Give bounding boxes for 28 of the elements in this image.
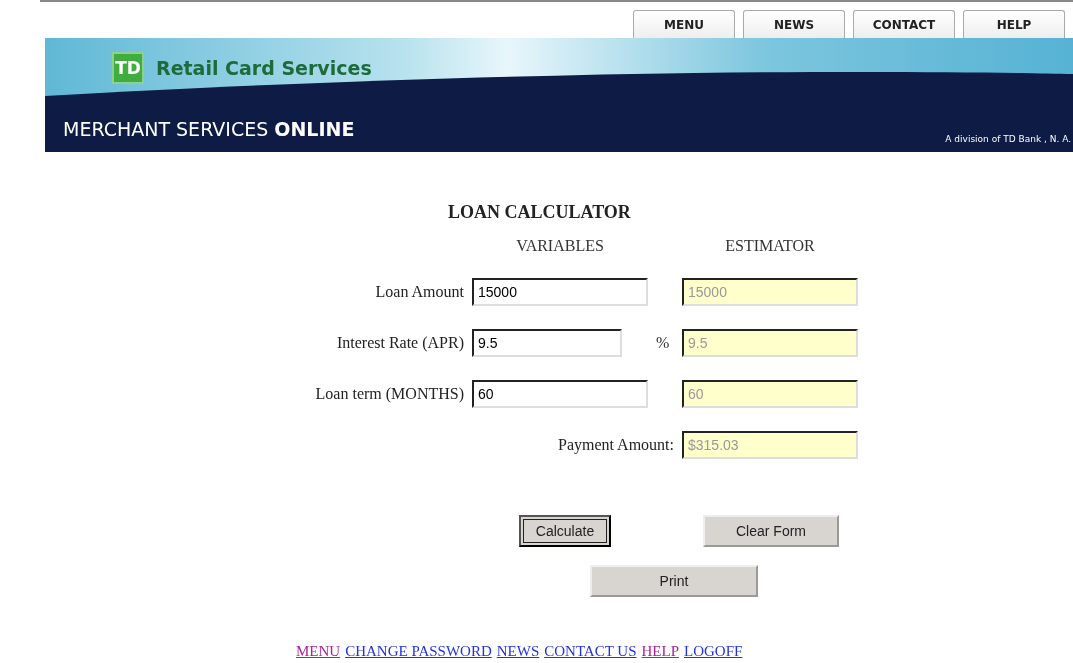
field-label: Loan term (MONTHS) <box>314 385 464 403</box>
product-name: MERCHANT SERVICES ONLINE <box>63 118 355 140</box>
calculator-title: LOAN CALCULATOR <box>448 202 631 223</box>
footer-link[interactable]: MENU <box>296 643 341 660</box>
footer-link[interactable]: HELP <box>641 643 680 660</box>
field-label: Interest Rate (APR) <box>335 334 464 352</box>
footer-link[interactable]: CONTACT US <box>544 643 637 660</box>
brand-name: Retail Card Services <box>156 57 372 79</box>
footer-link[interactable]: LOGOFF <box>684 643 743 660</box>
column-header: ESTIMATOR <box>724 237 816 255</box>
top-tab[interactable]: CONTACT <box>853 10 955 38</box>
unit-label: % <box>656 334 670 351</box>
input-field[interactable]: 15000 <box>472 278 648 306</box>
field-label: Loan Amount <box>374 283 464 301</box>
logo-icon: TD <box>112 52 144 84</box>
input-field[interactable]: 60 <box>472 380 648 408</box>
top-tab[interactable]: MENU <box>633 10 735 38</box>
footer-link[interactable]: NEWS <box>496 643 540 660</box>
footer-link[interactable]: CHANGE PASSWORD <box>345 643 492 660</box>
top-tab[interactable]: NEWS <box>743 10 845 38</box>
column-header: VARIABLES <box>515 237 605 255</box>
top-tab[interactable]: HELP <box>963 10 1065 38</box>
form-button[interactable]: Calculate <box>519 515 611 547</box>
form-button[interactable]: Clear Form <box>703 515 839 547</box>
input-field[interactable]: 9.5 <box>472 329 622 357</box>
division-text: A division of TD Bank , N. A. <box>945 134 1071 144</box>
field-label: Payment Amount: <box>557 436 674 454</box>
print-button[interactable]: Print <box>590 565 758 597</box>
